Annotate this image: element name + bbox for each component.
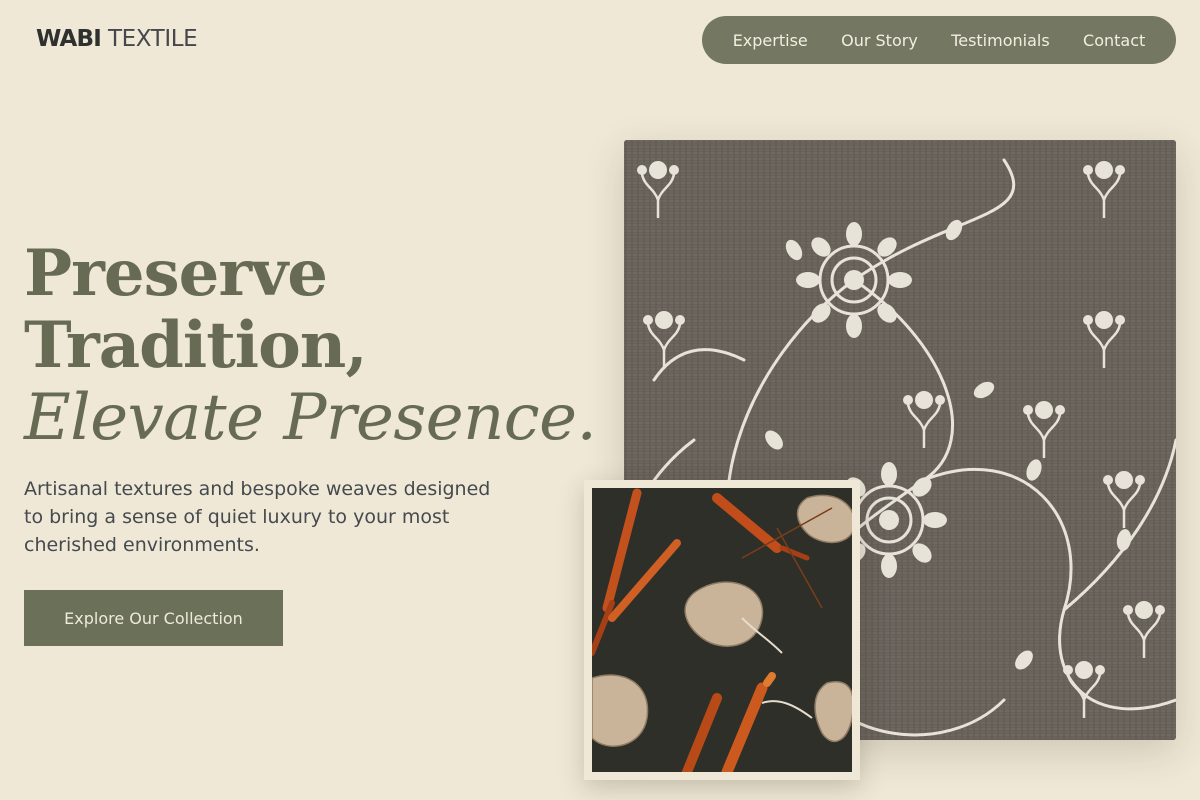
explore-collection-button[interactable]: Explore Our Collection — [24, 590, 283, 646]
logo-bold-text: WABI — [36, 26, 102, 52]
nav-item-our-story[interactable]: Our Story — [841, 31, 918, 50]
main-nav: Expertise Our Story Testimonials Contact — [702, 16, 1176, 64]
nav-item-testimonials[interactable]: Testimonials — [951, 31, 1050, 50]
hero-title-line-3: Elevate Presence. — [24, 381, 597, 455]
brand-logo[interactable]: WABI TEXTILE — [36, 26, 198, 52]
logo-light-text: TEXTILE — [101, 26, 198, 52]
hero-title-line-1: Preserve — [24, 236, 328, 311]
small-fabric-frame — [584, 480, 860, 780]
hero-title: Preserve Tradition, Elevate Presence. — [24, 236, 597, 455]
small-fabric-image — [592, 488, 852, 772]
hero-title-line-2: Tradition, — [24, 308, 368, 383]
nav-item-expertise[interactable]: Expertise — [733, 31, 808, 50]
hero-subtitle: Artisanal textures and bespoke weaves de… — [24, 478, 491, 556]
nav-item-contact[interactable]: Contact — [1083, 31, 1145, 50]
